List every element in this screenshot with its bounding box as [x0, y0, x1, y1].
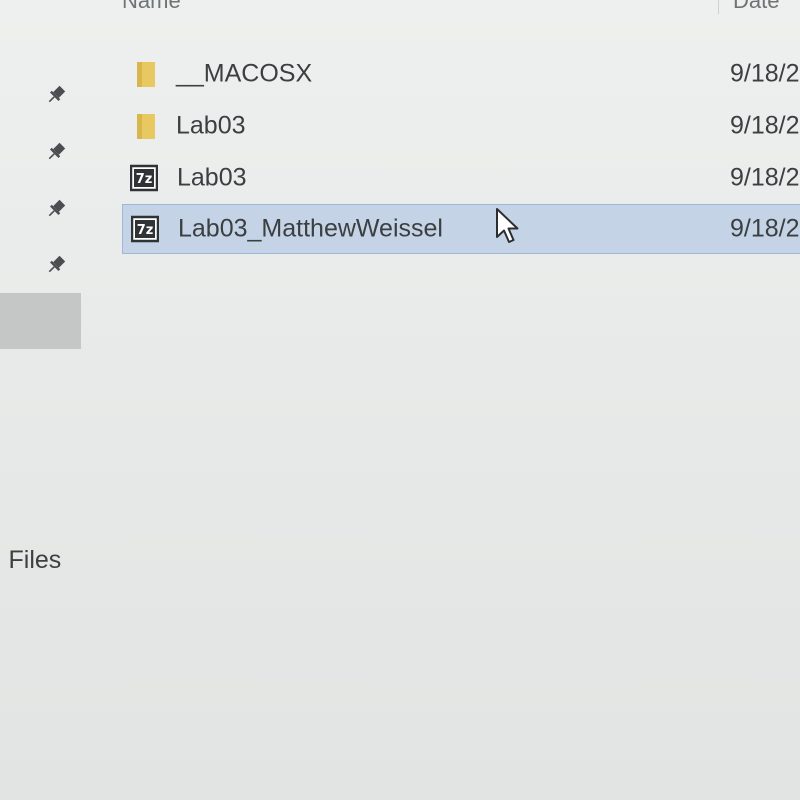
file-explorer-window: l Files Name Date __MACOSX 9/18/2 Lab03 … [0, 0, 800, 800]
pin-icon[interactable] [44, 83, 68, 107]
svg-text:7z: 7z [137, 223, 154, 238]
pin-icon[interactable] [44, 197, 68, 221]
file-row-lab03-archive[interactable]: 7z Lab03 9/18/2 [122, 153, 800, 203]
folder-icon [133, 111, 161, 141]
file-date: 9/18/2 [730, 214, 800, 243]
nav-item-files-label[interactable]: l Files [0, 546, 61, 575]
file-date: 9/18/2 [730, 163, 800, 192]
file-name: Lab03_MatthewWeissel [178, 214, 443, 243]
folder-icon [133, 59, 161, 89]
svg-text:7z: 7z [136, 172, 153, 187]
column-header-row: Name Date [0, 0, 800, 14]
pin-icon[interactable] [44, 140, 68, 164]
file-row-macosx[interactable]: __MACOSX 9/18/2 [122, 49, 800, 99]
file-row-lab03-folder[interactable]: Lab03 9/18/2 [122, 101, 800, 151]
nav-item-selected[interactable] [0, 293, 81, 349]
7z-archive-icon: 7z [130, 163, 158, 193]
file-date: 9/18/2 [730, 59, 800, 88]
column-header-date[interactable]: Date [733, 0, 779, 14]
column-header-name[interactable]: Name [122, 0, 181, 14]
file-name: Lab03 [177, 163, 247, 192]
navigation-pane: l Files [0, 0, 82, 800]
column-divider[interactable] [718, 0, 719, 14]
file-name: __MACOSX [176, 59, 313, 88]
pin-icon[interactable] [44, 253, 68, 277]
file-name: Lab03 [176, 111, 246, 140]
mouse-cursor-icon [494, 207, 522, 247]
file-row-lab03-matthewweissel[interactable]: 7z Lab03_MatthewWeissel 9/18/2 [122, 204, 800, 254]
file-date: 9/18/2 [730, 111, 800, 140]
7z-archive-icon: 7z [131, 214, 159, 244]
